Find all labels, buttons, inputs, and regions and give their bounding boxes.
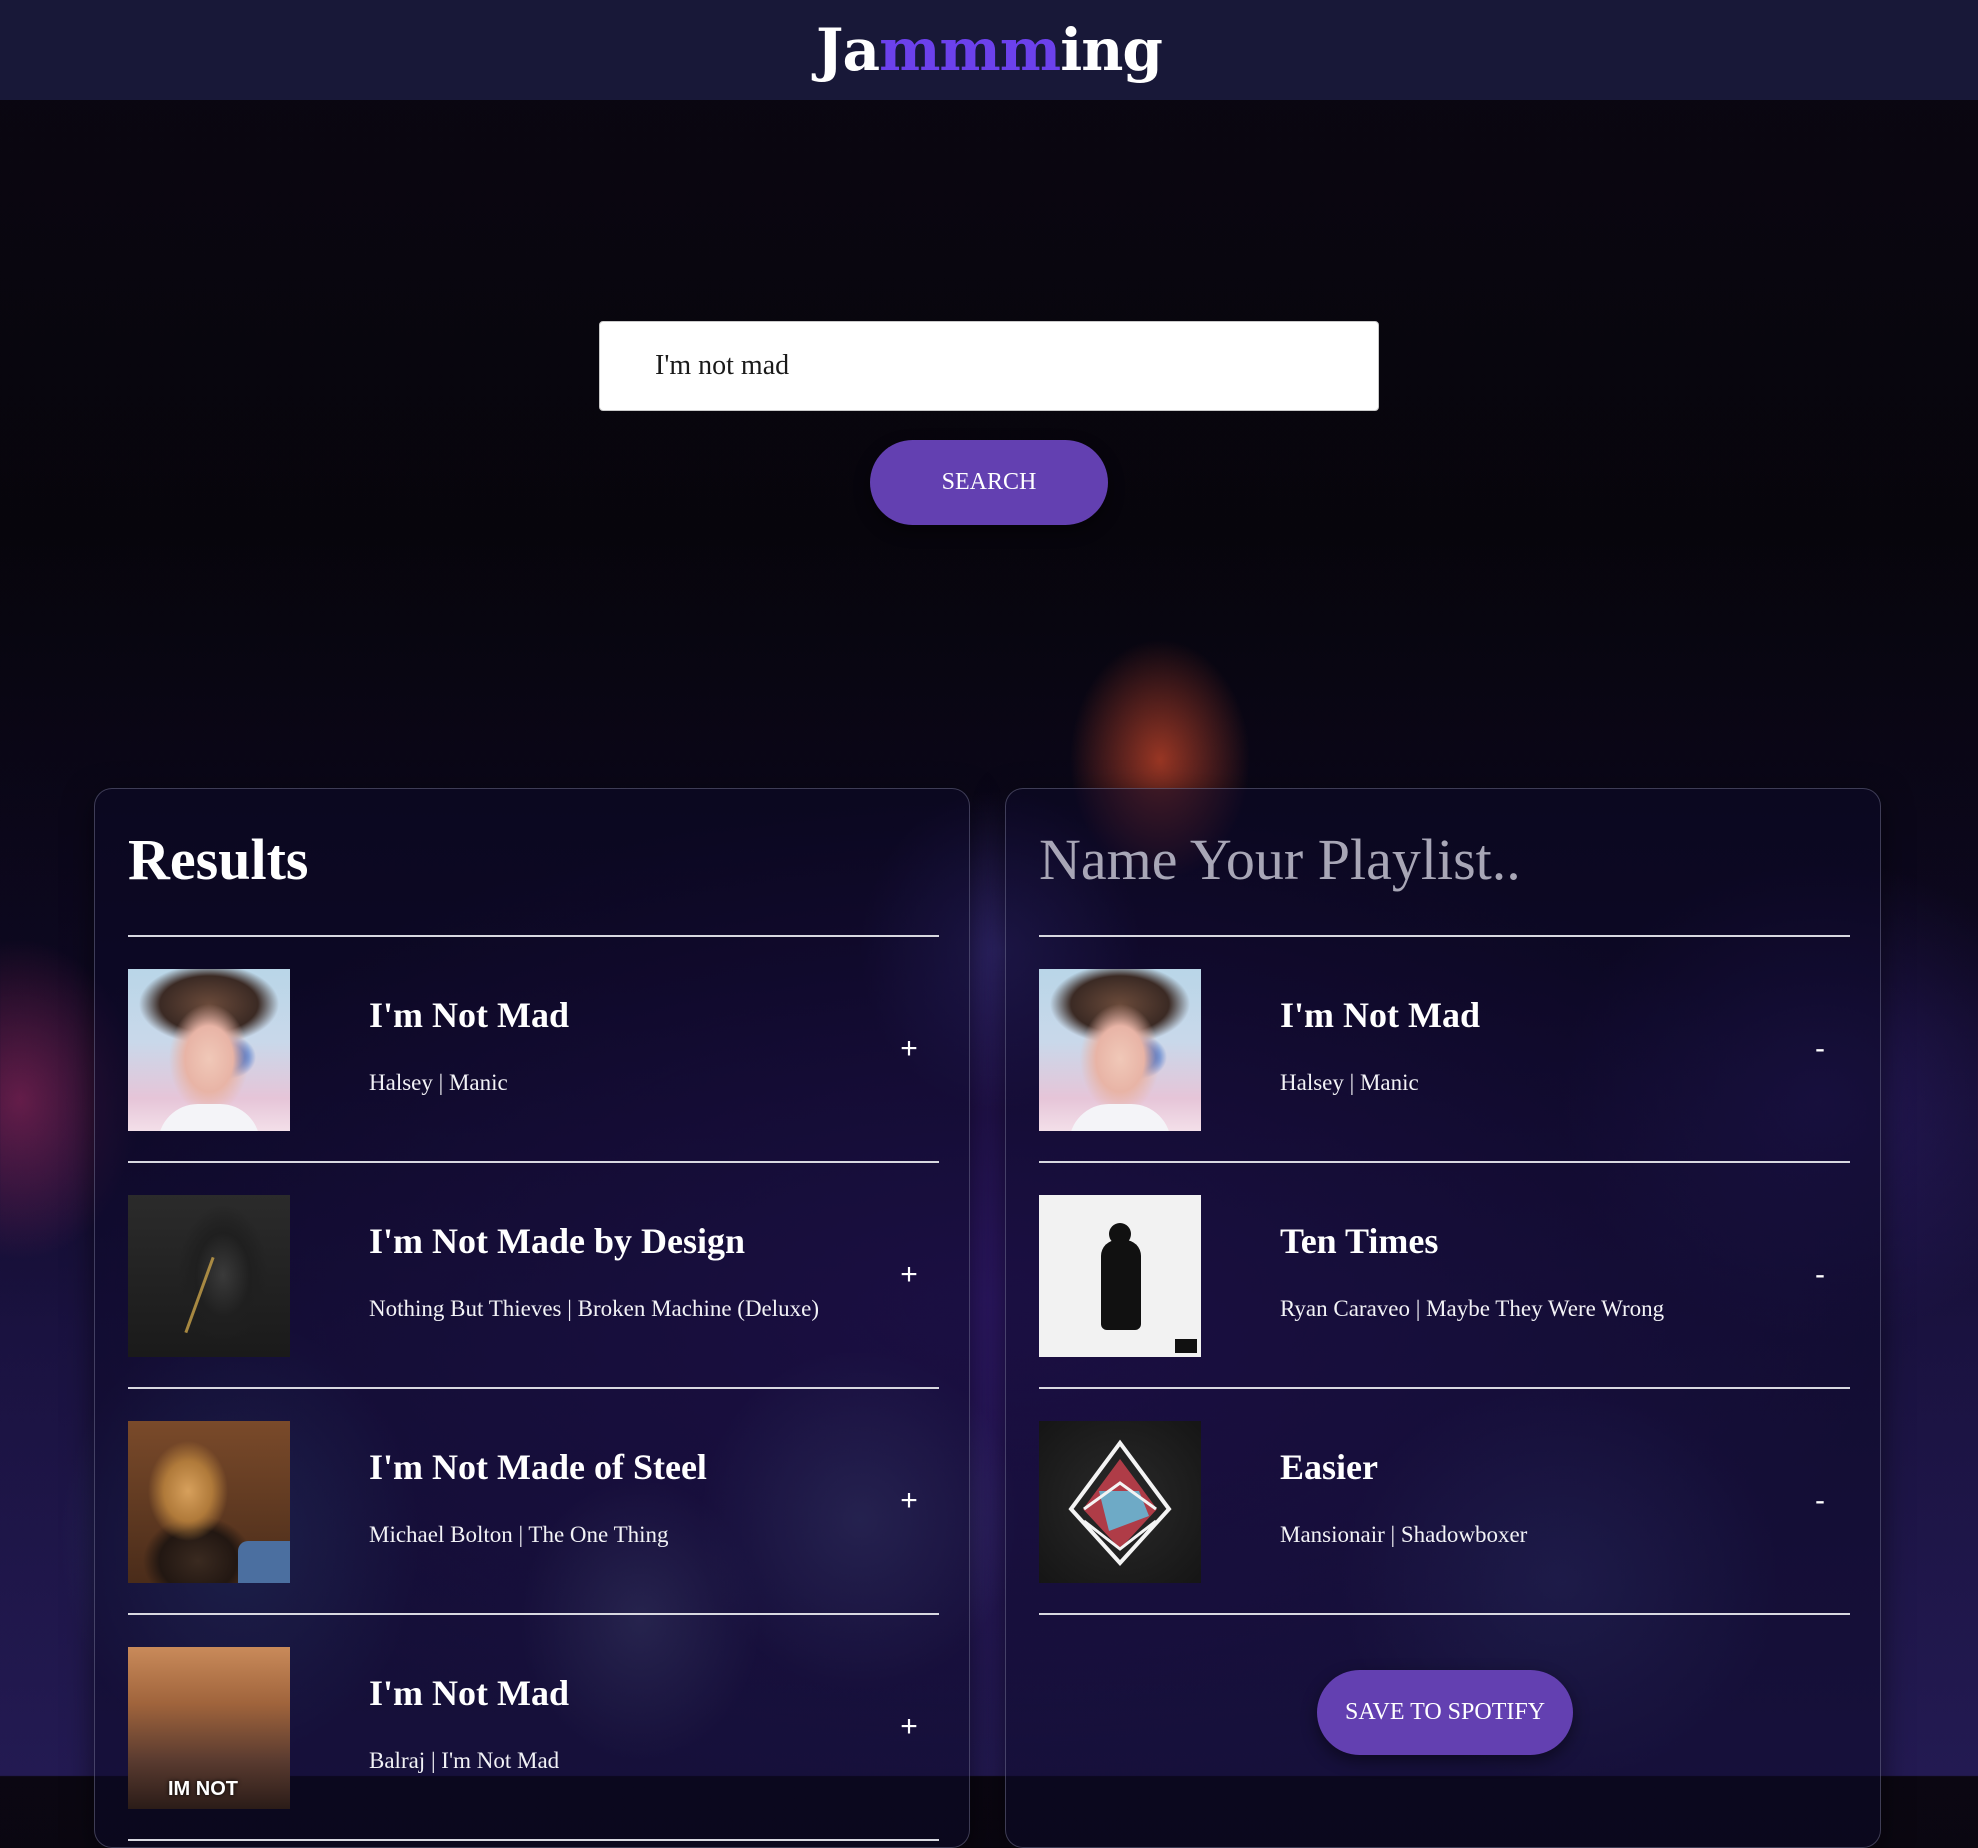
save-to-spotify-button[interactable]: SAVE TO SPOTIFY bbox=[1317, 1670, 1573, 1755]
track-artist-album: Halsey | Manic bbox=[369, 1070, 508, 1095]
track-artist-album: Balraj | I'm Not Mad bbox=[369, 1748, 560, 1773]
album-cover-broken-machine-icon bbox=[128, 1195, 290, 1357]
remove-track-button[interactable]: - bbox=[1800, 1029, 1840, 1069]
logo-prefix: Ja bbox=[816, 16, 880, 84]
playlist-tracklist: I'm Not Mad Halsey | Manic - Ten Times R… bbox=[1039, 937, 1850, 1615]
track-title: I'm Not Mad bbox=[1280, 995, 1480, 1035]
track-row: I'm Not Mad Halsey | Manic + bbox=[128, 937, 939, 1163]
album-cover-halsey-manic-icon bbox=[128, 969, 290, 1131]
track-artist-album: Michael Bolton | The One Thing bbox=[369, 1522, 669, 1547]
track-row: Ten Times Ryan Caraveo | Maybe They Were… bbox=[1039, 1163, 1850, 1389]
album-cover-halsey-manic-icon bbox=[1039, 969, 1201, 1131]
track-row: IM NOT I'm Not Mad Balraj | I'm Not Mad … bbox=[128, 1615, 939, 1841]
track-title: Easier bbox=[1280, 1447, 1378, 1487]
track-title: I'm Not Made of Steel bbox=[369, 1447, 707, 1487]
playlist-name-input[interactable] bbox=[1039, 819, 1839, 899]
results-panel: Results I'm Not Mad Halsey | Manic + I'm… bbox=[94, 788, 970, 1848]
remove-track-button[interactable]: - bbox=[1800, 1481, 1840, 1521]
track-title: Ten Times bbox=[1280, 1221, 1439, 1261]
logo-suffix: ing bbox=[1060, 16, 1163, 84]
track-row: Easier Mansionair | Shadowboxer - bbox=[1039, 1389, 1850, 1615]
album-cover-the-one-thing-icon bbox=[128, 1421, 290, 1583]
add-track-button[interactable]: + bbox=[889, 1029, 929, 1069]
track-artist-album: Nothing But Thieves | Broken Machine (De… bbox=[369, 1296, 820, 1321]
logo-accent: mmm bbox=[879, 16, 1061, 84]
album-cover-im-not-mad-balraj-icon: IM NOT bbox=[128, 1647, 290, 1809]
track-artist-album: Halsey | Manic bbox=[1280, 1070, 1419, 1095]
add-track-button[interactable]: + bbox=[889, 1255, 929, 1295]
remove-track-button[interactable]: - bbox=[1800, 1255, 1840, 1295]
album-cover-maybe-they-were-wrong-icon bbox=[1039, 1195, 1201, 1357]
track-row: I'm Not Mad Halsey | Manic - bbox=[1039, 937, 1850, 1163]
add-track-button[interactable]: + bbox=[889, 1707, 929, 1747]
album-cover-shadowboxer-icon bbox=[1039, 1421, 1201, 1583]
search-input[interactable] bbox=[599, 321, 1379, 411]
track-title: I'm Not Mad bbox=[369, 995, 569, 1035]
track-title: I'm Not Made by Design bbox=[369, 1221, 745, 1261]
results-title: Results bbox=[128, 827, 309, 892]
add-track-button[interactable]: + bbox=[889, 1481, 929, 1521]
track-row: I'm Not Made of Steel Michael Bolton | T… bbox=[128, 1389, 939, 1615]
track-artist-album: Ryan Caraveo | Maybe They Were Wrong bbox=[1280, 1296, 1665, 1321]
track-title: I'm Not Mad bbox=[369, 1673, 569, 1713]
results-tracklist: I'm Not Mad Halsey | Manic + I'm Not Mad… bbox=[128, 937, 939, 1841]
search-button[interactable]: SEARCH bbox=[870, 440, 1108, 525]
app-header: Jammming bbox=[0, 0, 1978, 100]
app-logo: Jammming bbox=[816, 21, 1163, 79]
track-row: I'm Not Made by Design Nothing But Thiev… bbox=[128, 1163, 939, 1389]
track-artist-album: Mansionair | Shadowboxer bbox=[1280, 1522, 1528, 1547]
